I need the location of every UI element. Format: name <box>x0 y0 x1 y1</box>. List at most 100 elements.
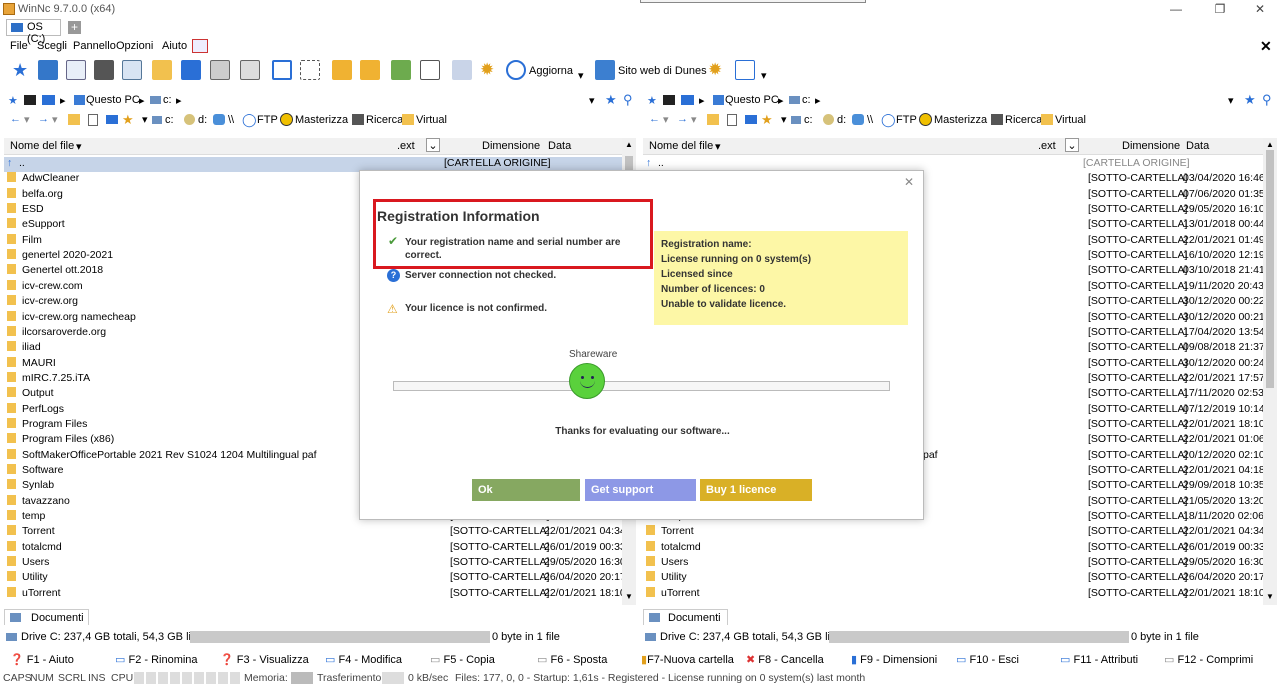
dvd-icon[interactable] <box>184 114 195 125</box>
binoculars-icon[interactable] <box>94 60 114 80</box>
split-vertical-icon[interactable] <box>272 60 292 80</box>
desktop-icon[interactable] <box>745 115 757 124</box>
right-scrollbar[interactable]: ▲ ▼ <box>1263 138 1277 605</box>
mail-icon[interactable] <box>735 60 755 80</box>
left-docs-tab[interactable]: Documenti <box>4 609 89 625</box>
table-row[interactable]: Utility [SOTTO-CARTELLA] 26/04/2020 20:17 <box>4 571 622 586</box>
edit-icon[interactable] <box>452 60 472 80</box>
scroll-up-icon[interactable]: ▲ <box>1266 140 1274 149</box>
col-name[interactable]: Nome del file <box>10 140 74 152</box>
table-row[interactable]: totalcmd [SOTTO-CARTELLA] 26/01/2019 00:33 <box>4 540 622 556</box>
nav-ricerca[interactable]: Ricerca <box>1005 114 1042 126</box>
sync-icon[interactable] <box>122 60 142 80</box>
f8-delete-button[interactable]: ✖ F8 - Cancella <box>746 653 824 666</box>
crumb-c[interactable]: c: <box>802 94 811 106</box>
globe-refresh-icon[interactable] <box>506 60 526 80</box>
col-name[interactable]: Nome del file <box>649 140 713 152</box>
scroll-thumb[interactable] <box>1266 150 1274 388</box>
nav-ftp[interactable]: FTP <box>257 114 278 126</box>
dunes-logo-icon[interactable] <box>595 60 615 80</box>
website-label[interactable]: Sito web di Dunes <box>618 65 707 77</box>
table-row[interactable]: uTorrent [SOTTO-CARTELLA] 22/01/2021 18:10 <box>4 586 622 602</box>
favorites-icon[interactable]: ★ <box>761 112 773 128</box>
bug-report-icon[interactable]: ✹ <box>708 60 728 80</box>
nav-masterizza[interactable]: Masterizza <box>934 114 987 126</box>
forward-dropdown-icon[interactable]: ▾ <box>52 113 58 126</box>
nav-virtual[interactable]: Virtual <box>1055 114 1086 126</box>
table-row[interactable]: uTorrent [SOTTO-CARTELLA] 22/01/2021 18:10 <box>643 586 1263 602</box>
dialog-close-icon[interactable]: ✕ <box>904 175 914 189</box>
close-icon[interactable]: ✕ <box>1252 2 1268 16</box>
dropdown-icon[interactable]: ▾ <box>781 113 787 126</box>
dropdown-icon[interactable]: ▾ <box>761 69 767 82</box>
dropdown-icon[interactable]: ▾ <box>578 69 584 82</box>
terminal-icon[interactable] <box>38 60 58 80</box>
bug-icon[interactable]: ✹ <box>480 60 500 80</box>
left-address-bar[interactable]: ★ ▸ Questo PC ▸ c: ▸ ▾ ★ ⚲ <box>4 92 640 110</box>
ok-button[interactable]: Ok <box>472 479 580 501</box>
maximize-icon[interactable]: ❐ <box>1212 2 1228 16</box>
favorites-icon[interactable]: ★ <box>122 112 134 128</box>
scroll-down-icon[interactable]: ▼ <box>625 592 633 601</box>
nav-c[interactable]: c: <box>165 114 174 126</box>
nav-unc[interactable]: \\ <box>228 114 234 126</box>
back-icon[interactable]: ← <box>649 113 660 125</box>
nav-unc[interactable]: \\ <box>867 114 873 126</box>
get-support-button[interactable]: Get support <box>585 479 696 501</box>
pc-icon[interactable] <box>42 95 55 105</box>
menu-opzioni[interactable]: Opzioni <box>116 40 153 52</box>
back-icon[interactable]: ← <box>10 113 21 125</box>
menu-pannello[interactable]: Pannello <box>73 40 116 52</box>
f2-rename-button[interactable]: ▭ F2 - Rinomina <box>115 653 198 666</box>
col-ext[interactable]: .ext <box>397 140 415 152</box>
table-row[interactable]: Users [SOTTO-CARTELLA] 29/05/2020 16:30 <box>643 556 1263 571</box>
table-row[interactable]: Utility [SOTTO-CARTELLA] 26/04/2020 20:17 <box>643 571 1263 586</box>
scroll-up-icon[interactable]: ▲ <box>625 140 633 149</box>
nav-ftp[interactable]: FTP <box>896 114 917 126</box>
col-date[interactable]: Data <box>548 140 571 152</box>
search-icon[interactable]: ⚲ <box>623 92 633 108</box>
cmd-icon[interactable] <box>663 95 675 105</box>
column-dropdown-icon[interactable]: ⌄ <box>426 138 440 152</box>
pin-icon[interactable]: ★ <box>647 94 657 107</box>
burn-icon[interactable] <box>280 113 293 126</box>
nav-masterizza[interactable]: Masterizza <box>295 114 348 126</box>
search-binoculars-icon[interactable] <box>991 114 1003 125</box>
globe-icon[interactable]: ◯ <box>242 112 257 128</box>
right-address-bar[interactable]: ★ ▸ Questo PC ▸ c: ▸ ▾ ★ ⚲ <box>643 92 1279 110</box>
nav-c[interactable]: c: <box>804 114 813 126</box>
dropdown-icon[interactable]: ▾ <box>142 113 148 126</box>
crumb-questo-pc[interactable]: Questo PC <box>725 94 779 106</box>
table-row[interactable]: Torrent [SOTTO-CARTELLA] 22/01/2021 04:34 <box>4 525 622 540</box>
nav-d[interactable]: d: <box>837 114 846 126</box>
f11-attributes-button[interactable]: ▭ F11 - Attributi <box>1060 653 1138 666</box>
close-panel-icon[interactable]: ✕ <box>1260 38 1272 55</box>
notes-icon[interactable] <box>88 114 98 126</box>
f1-help-button[interactable]: ❓ F1 - Aiuto <box>10 653 74 666</box>
clipboard-icon[interactable] <box>66 60 86 80</box>
screen-icon[interactable] <box>192 39 208 53</box>
up-folder-icon[interactable] <box>68 114 80 125</box>
folder-network-icon[interactable] <box>152 60 172 80</box>
split-horizontal-icon[interactable] <box>300 60 320 80</box>
table-row[interactable]: Torrent [SOTTO-CARTELLA] 22/01/2021 04:34 <box>643 525 1263 540</box>
nav-ricerca[interactable]: Ricerca <box>366 114 403 126</box>
f3-view-button[interactable]: ❓ F3 - Visualizza <box>220 653 309 666</box>
network-icon[interactable] <box>213 114 225 125</box>
computer-icon[interactable] <box>181 60 201 80</box>
globe-icon[interactable]: ◯ <box>881 112 896 128</box>
col-size[interactable]: Dimensione <box>1122 140 1180 152</box>
cmd-icon[interactable] <box>24 95 36 105</box>
favorite-star-icon[interactable]: ★ <box>605 92 617 108</box>
sync-dirs-icon[interactable] <box>240 60 260 80</box>
back-dropdown-icon[interactable]: ▾ <box>24 113 30 126</box>
minimize-icon[interactable]: — <box>1168 2 1184 16</box>
forward-icon[interactable]: → <box>677 113 688 125</box>
refresh-label[interactable]: Aggiorna <box>529 65 573 77</box>
add-tab-button[interactable]: + <box>68 21 81 34</box>
crumb-c[interactable]: c: <box>163 94 172 106</box>
favorite-star-icon[interactable]: ★ <box>1244 92 1256 108</box>
forward-dropdown-icon[interactable]: ▾ <box>691 113 697 126</box>
col-date[interactable]: Data <box>1186 140 1209 152</box>
search-icon[interactable]: ⚲ <box>1262 92 1272 108</box>
